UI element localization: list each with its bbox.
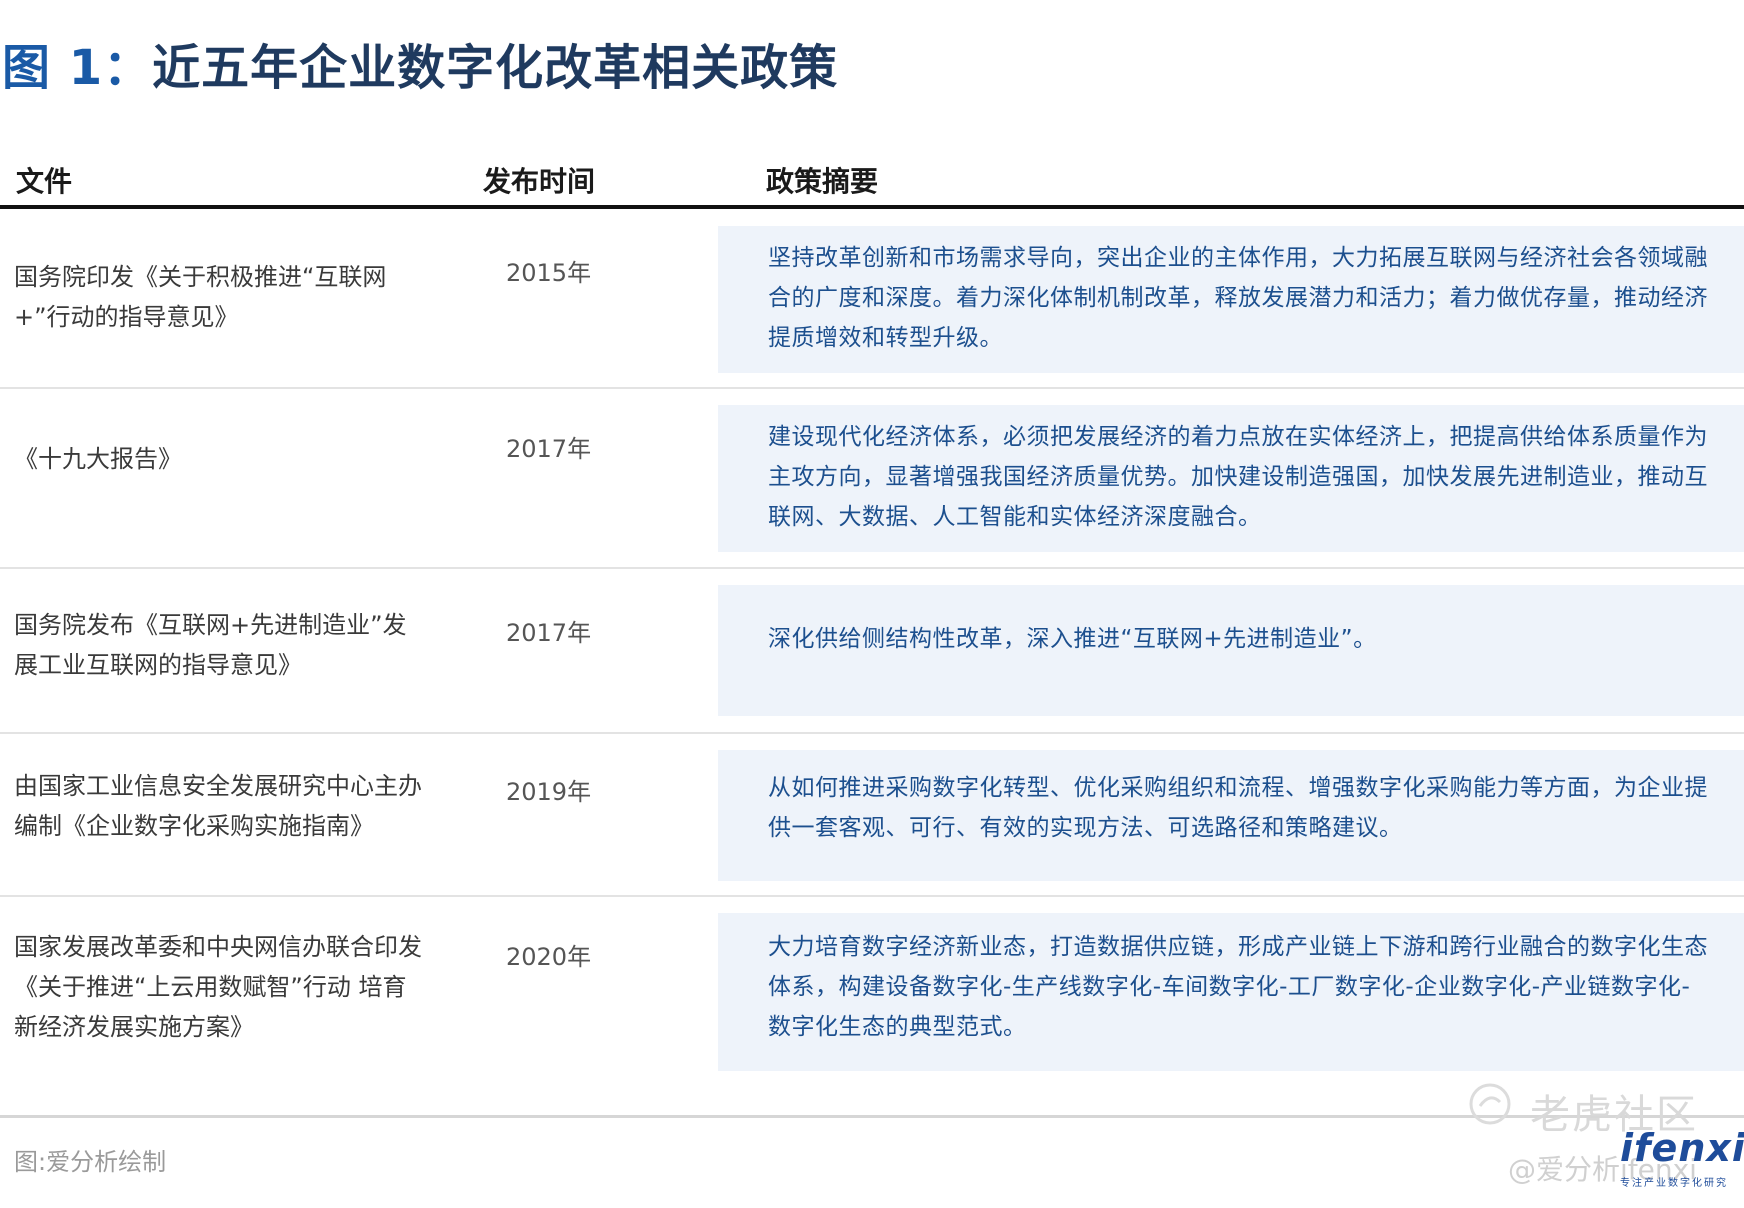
summary-cell: 坚持改革创新和市场需求导向，突出企业的主体作用，大力拓展互联网与经济社会各领域融… xyxy=(718,226,1744,373)
document-cell: 国务院发布《互联网+先进制造业”发展工业互联网的指导意见》 xyxy=(14,611,407,679)
document-cell: 国家发展改革委和中央网信办联合印发《关于推进“上云用数赋智”行动 培育新经济发展… xyxy=(14,933,422,1041)
ifenxi-logo: ifenxi xyxy=(1620,1126,1744,1170)
summary-text: 大力培育数字经济新业态，打造数据供应链，形成产业链上下游和跨行业融合的数字化生态… xyxy=(768,934,1708,1040)
logo-tagline: 专注产业数字化研究 xyxy=(1620,1178,1728,1189)
summary-cell: 深化供给侧结构性改革，深入推进“互联网+先进制造业”。 xyxy=(718,585,1744,716)
year-cell: 2019年 xyxy=(506,778,592,806)
year-cell: 2017年 xyxy=(506,619,592,647)
document-cell: 由国家工业信息安全发展研究中心主办编制《企业数字化采购实施指南》 xyxy=(14,772,422,840)
year-cell: 2015年 xyxy=(506,259,592,287)
figure-title: 近五年企业数字化改革相关政策 xyxy=(152,40,839,96)
year-cell: 2017年 xyxy=(506,435,592,463)
table-row: 国务院印发《关于积极推进“互联网+”行动的指导意见》 2015年 坚持改革创新和… xyxy=(0,209,1744,389)
table-row: 《十九大报告》 2017年 建设现代化经济体系，必须把发展经济的着力点放在实体经… xyxy=(0,389,1744,569)
header-summary: 政策摘要 xyxy=(766,165,879,198)
figure-label: 图 1： xyxy=(2,40,153,96)
tiger-logo-icon xyxy=(1469,1083,1511,1125)
document-cell: 《十九大报告》 xyxy=(14,445,182,473)
header-date: 发布时间 xyxy=(483,165,596,198)
header-document: 文件 xyxy=(16,165,73,198)
summary-text: 建设现代化经济体系，必须把发展经济的着力点放在实体经济上，把提高供给体系质量作为… xyxy=(768,424,1708,530)
document-cell: 国务院印发《关于积极推进“互联网+”行动的指导意见》 xyxy=(14,263,387,331)
summary-cell: 从如何推进采购数字化转型、优化采购组织和流程、增强数字化采购能力等方面，为企业提… xyxy=(718,750,1744,881)
table-row: 国务院发布《互联网+先进制造业”发展工业互联网的指导意见》 2017年 深化供给… xyxy=(0,569,1744,734)
page-title: 图 1：近五年企业数字化改革相关政策 xyxy=(2,28,838,98)
year-cell: 2020年 xyxy=(506,943,592,971)
summary-cell: 大力培育数字经济新业态，打造数据供应链，形成产业链上下游和跨行业融合的数字化生态… xyxy=(718,913,1744,1071)
table-row: 由国家工业信息安全发展研究中心主办编制《企业数字化采购实施指南》 2019年 从… xyxy=(0,734,1744,897)
table-header: 文件 发布时间 政策摘要 xyxy=(0,152,1744,209)
summary-text: 从如何推进采购数字化转型、优化采购组织和流程、增强数字化采购能力等方面，为企业提… xyxy=(768,775,1708,841)
summary-cell: 建设现代化经济体系，必须把发展经济的着力点放在实体经济上，把提高供给体系质量作为… xyxy=(718,405,1744,552)
summary-text: 深化供给侧结构性改革，深入推进“互联网+先进制造业”。 xyxy=(768,626,1377,652)
summary-text: 坚持改革创新和市场需求导向，突出企业的主体作用，大力拓展互联网与经济社会各领域融… xyxy=(768,245,1708,351)
source-note: 图:爱分析绘制 xyxy=(14,1148,167,1176)
